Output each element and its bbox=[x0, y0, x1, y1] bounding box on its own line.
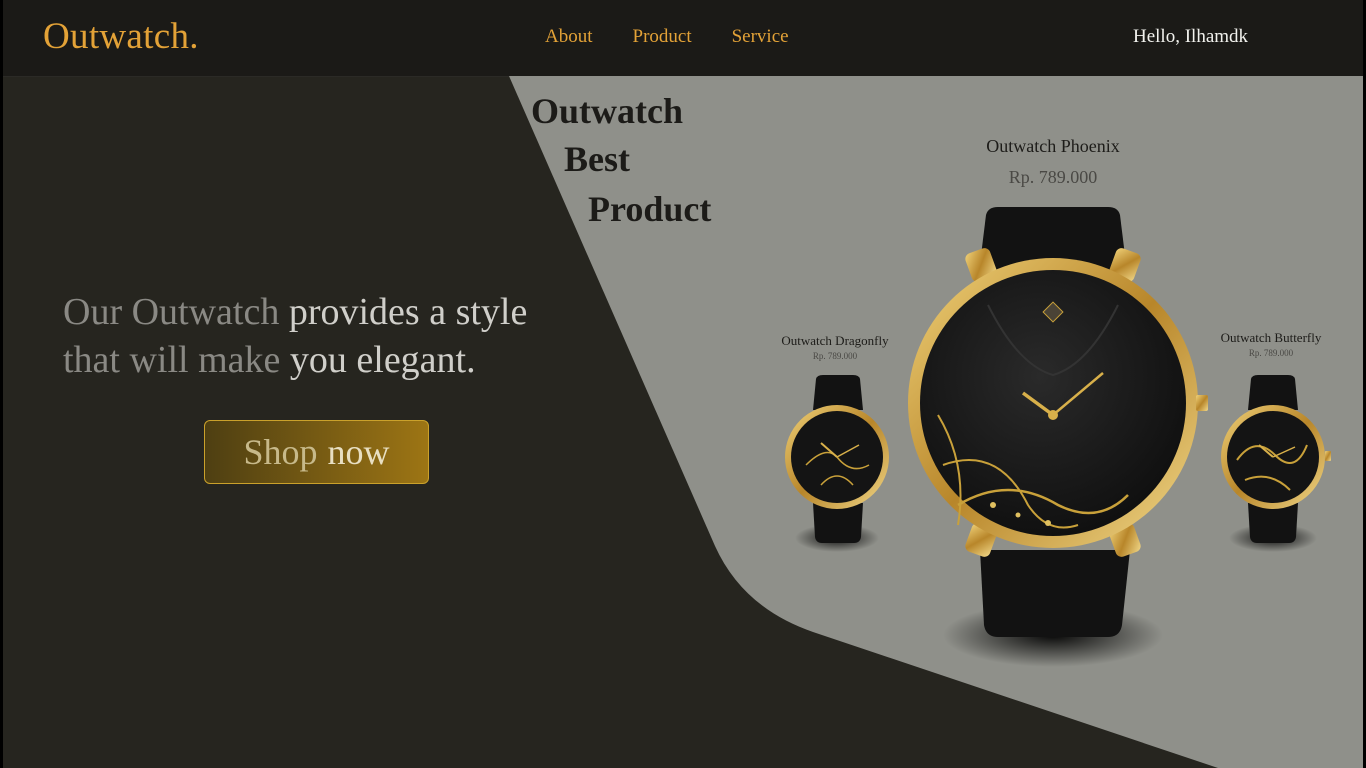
tagline-part-1: Our Outwatch bbox=[63, 291, 289, 333]
tagline-part-4: you elegant. bbox=[289, 339, 476, 381]
page-frame: Outwatch. About Product Service Hello, I… bbox=[0, 0, 1366, 768]
product-price-dragonfly: Rp. 789.000 bbox=[812, 351, 858, 361]
dragonfly-watch-image[interactable] bbox=[781, 375, 893, 555]
shop-now-label-2: now bbox=[327, 432, 390, 472]
shop-now-label-1: Shop bbox=[243, 432, 318, 472]
best-product-title-line-2: Best bbox=[564, 139, 630, 179]
nav-about[interactable]: About bbox=[545, 26, 593, 48]
brand-logo[interactable]: Outwatch. bbox=[43, 15, 199, 58]
top-navbar: Outwatch. About Product Service Hello, I… bbox=[3, 0, 1363, 77]
page: Outwatch. About Product Service Hello, I… bbox=[3, 0, 1363, 768]
main-nav: About Product Service bbox=[545, 26, 789, 48]
product-name-phoenix[interactable]: Outwatch Phoenix bbox=[933, 136, 1173, 157]
hero-tagline: Our Outwatch provides a style that will … bbox=[63, 288, 583, 384]
product-name-dragonfly[interactable]: Outwatch Dragonfly bbox=[755, 333, 915, 349]
tagline-part-3: that will make bbox=[63, 339, 290, 381]
nav-service[interactable]: Service bbox=[732, 26, 789, 48]
user-greeting[interactable]: Hello, Ilhamdk bbox=[1133, 26, 1248, 48]
shop-now-button[interactable]: Shop now bbox=[204, 420, 429, 484]
phoenix-watch-image[interactable] bbox=[898, 205, 1218, 680]
best-product-title-line-3: Product bbox=[588, 189, 712, 229]
nav-product[interactable]: Product bbox=[633, 26, 692, 48]
product-price-phoenix: Rp. 789.000 bbox=[1008, 167, 1098, 187]
tagline-part-2: provides a style bbox=[288, 291, 528, 333]
best-product-title-line-1: Outwatch bbox=[531, 91, 683, 131]
butterfly-watch-image[interactable] bbox=[1215, 375, 1333, 555]
